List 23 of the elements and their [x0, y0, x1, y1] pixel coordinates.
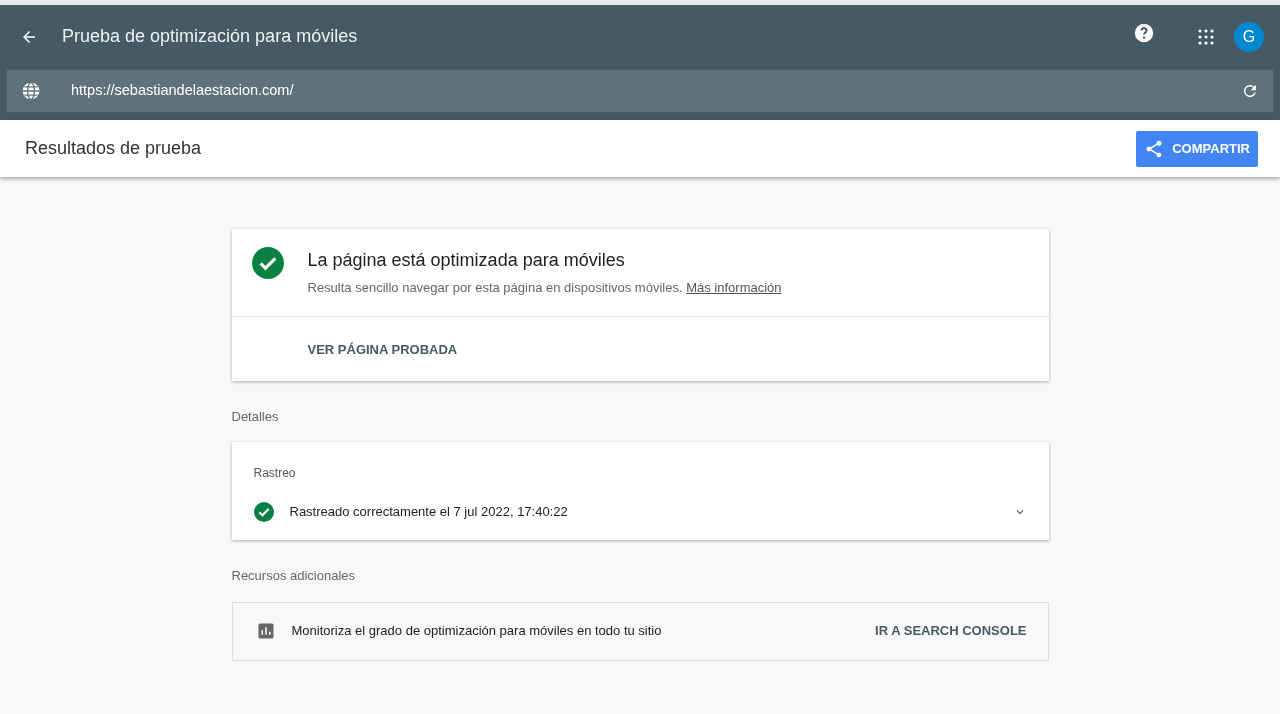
view-tested-page-button[interactable]: VER PÁGINA PROBADA: [307, 339, 458, 359]
resource-text: Monitoriza el grado de optimización para móviles en todo tu sitio: [291, 622, 662, 641]
results-title: Resultados de prueba: [25, 137, 202, 160]
verdict-description: Resulta sencillo navegar por esta página en dispositivos móviles.: [307, 280, 683, 295]
account-avatar[interactable]: G: [1234, 21, 1264, 52]
search-console-button[interactable]: IR A SEARCH CONSOLE: [875, 621, 1027, 641]
bar-chart-icon: [256, 622, 275, 640]
more-info-link[interactable]: Más información: [686, 280, 782, 295]
share-button[interactable]: COMPARTIR: [1136, 130, 1258, 167]
globe-icon: [21, 81, 41, 101]
crawl-status: Rastreado correctamente el 7 jul 2022, 17:40:22: [289, 503, 568, 522]
reload-icon[interactable]: [1241, 82, 1259, 100]
help-icon[interactable]: [1134, 22, 1154, 43]
app-title: Prueba de optimización para móviles: [62, 25, 358, 48]
apps-grid-icon[interactable]: [1198, 28, 1214, 45]
section-heading: Recursos adicionales: [231, 567, 357, 585]
url-field[interactable]: https://sebastiandelaestacion.com/: [69, 79, 1241, 103]
card-title: Rastreo: [253, 465, 297, 482]
url-bar[interactable]: https://sebastiandelaestacion.com/: [7, 70, 1273, 112]
verdict-title: La página está optimizada para móviles: [307, 249, 626, 272]
section-heading: Detalles: [231, 407, 280, 426]
check-circle-icon: [251, 247, 284, 279]
check-circle-icon: [253, 502, 274, 522]
